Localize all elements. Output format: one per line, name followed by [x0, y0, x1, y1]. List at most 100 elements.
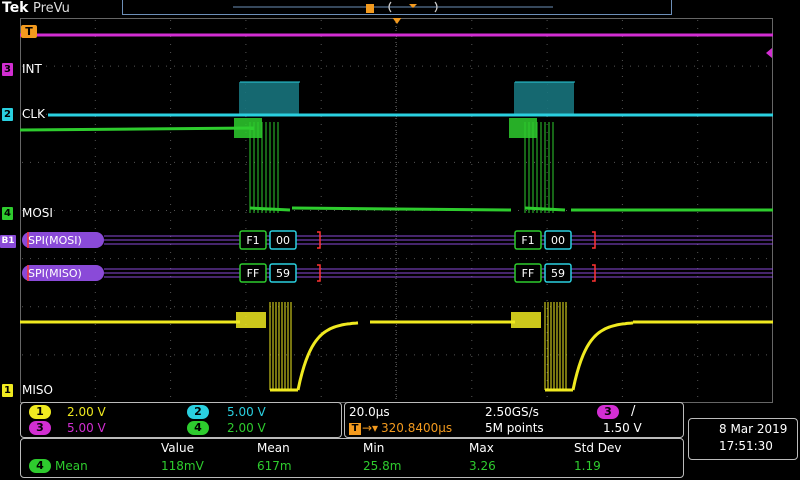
ch2-scale-badge[interactable]: 2: [187, 405, 209, 419]
record-view-bar[interactable]: [122, 0, 672, 15]
grid-dot: [126, 161, 127, 163]
grid-dot: [574, 258, 575, 260]
vertical-scale-panel[interactable]: 1 2.00 V 2 5.00 V 3 5.00 V 4 2.00 V: [20, 402, 342, 438]
grid-dot: [697, 132, 699, 133]
grid-dot: [222, 306, 223, 308]
ch1-scale-badge[interactable]: 1: [29, 405, 51, 419]
grid-dot: [606, 354, 607, 356]
grid-dot: [170, 180, 172, 181]
grid-dot: [46, 65, 47, 67]
grid-dot: [396, 332, 397, 333]
grid-dot: [614, 258, 615, 260]
grid-dot: [358, 258, 359, 260]
grid-dot: [142, 354, 143, 356]
grid-dot: [320, 132, 322, 133]
grid-dot: [758, 258, 759, 260]
grid-dot: [86, 306, 87, 308]
grid-dot: [558, 354, 559, 356]
grid-dot: [621, 396, 623, 397]
grid-dot: [621, 132, 623, 133]
grid-dot: [302, 210, 303, 211]
grid-dot: [174, 65, 175, 67]
ch4-badge[interactable]: 4: [2, 207, 13, 220]
ch4-scale-badge[interactable]: 4: [187, 421, 209, 435]
grid-dot: [697, 340, 699, 341]
grid-dot: [94, 100, 96, 101]
grid-dot: [566, 210, 567, 211]
grid-dot: [471, 188, 473, 189]
grid-dot: [62, 161, 63, 163]
grid-dot: [662, 306, 663, 308]
grid-dot: [374, 65, 375, 67]
grid-dot: [621, 356, 623, 357]
grid-dot: [758, 65, 759, 67]
grid-dot: [350, 210, 351, 211]
trigger-source-badge[interactable]: 3: [597, 405, 619, 419]
grid-dot: [621, 100, 623, 101]
grid-dot: [621, 20, 623, 21]
grid-dot: [406, 258, 407, 260]
grid-dot: [245, 292, 247, 293]
grid-dot: [245, 396, 247, 397]
grid-dot: [174, 306, 175, 308]
waveform-display[interactable]: SPI(MOSI) SPI(MISO) F1 00 FF 59 F1 00 FF 59: [20, 18, 773, 403]
grid-dot: [697, 356, 699, 357]
meas-mean: 617m: [257, 459, 292, 473]
grid-dot: [396, 60, 397, 61]
grid-dot: [126, 258, 127, 260]
grid-dot: [546, 188, 548, 189]
timebase-trigger-panel[interactable]: 20.0µs 2.50GS/s 3 / T →▾ 320.8400µs 5M p…: [344, 402, 684, 438]
grid-dot: [742, 65, 743, 67]
measurement-panel[interactable]: Value Mean Min Max Std Dev 4 Mean 118mV …: [20, 438, 684, 478]
grid-dot: [94, 92, 96, 93]
grid-dot: [471, 212, 473, 213]
grid-dot: [621, 300, 623, 301]
meas-channel-badge[interactable]: 4: [29, 459, 51, 473]
grid-dot: [278, 65, 279, 67]
grid-dot: [396, 292, 397, 293]
grid-dot: [206, 306, 207, 308]
grid-dot: [78, 258, 79, 260]
grid-dot: [170, 220, 172, 221]
grid-dot: [70, 258, 71, 260]
grid-dot: [206, 161, 207, 163]
grid-dot: [142, 306, 143, 308]
grid-dot: [546, 44, 548, 45]
grid-dot: [94, 65, 95, 67]
grid-dot: [320, 348, 322, 349]
grid-dot: [430, 354, 431, 356]
grid-dot: [245, 140, 247, 141]
grid-dot: [318, 65, 319, 67]
ch1-badge[interactable]: 1: [2, 384, 13, 397]
grid-dot: [94, 292, 96, 293]
grid-dot: [214, 258, 215, 260]
ch3-badge[interactable]: 3: [2, 63, 13, 76]
grid-dot: [471, 52, 473, 53]
grid-dot: [396, 204, 397, 205]
grid-dot: [94, 140, 96, 141]
grid-dot: [471, 340, 473, 341]
grid-dot: [396, 324, 397, 325]
ch2-badge[interactable]: 2: [2, 108, 13, 121]
grid-dot: [396, 188, 397, 189]
grid-dot: [214, 306, 215, 308]
grid-dot: [678, 354, 679, 356]
grid-dot: [438, 306, 439, 308]
grid-dot: [158, 306, 159, 308]
grid-dot: [697, 108, 699, 109]
grid-dot: [78, 161, 79, 163]
grid-dot: [454, 306, 455, 308]
ch3-scale-badge[interactable]: 3: [29, 421, 51, 435]
bus-badge[interactable]: B1: [0, 235, 16, 248]
grid-dot: [646, 161, 647, 163]
grid-dot: [86, 161, 87, 163]
grid-dot: [286, 306, 287, 308]
grid-dot: [170, 92, 172, 93]
grid-dot: [254, 258, 255, 260]
grid-dot: [526, 354, 527, 356]
grid-dot: [206, 65, 207, 67]
grid-dot: [546, 204, 548, 205]
trigger-marker-icon[interactable]: T: [21, 25, 37, 38]
grid-dot: [630, 306, 631, 308]
grid-dot: [546, 252, 548, 253]
